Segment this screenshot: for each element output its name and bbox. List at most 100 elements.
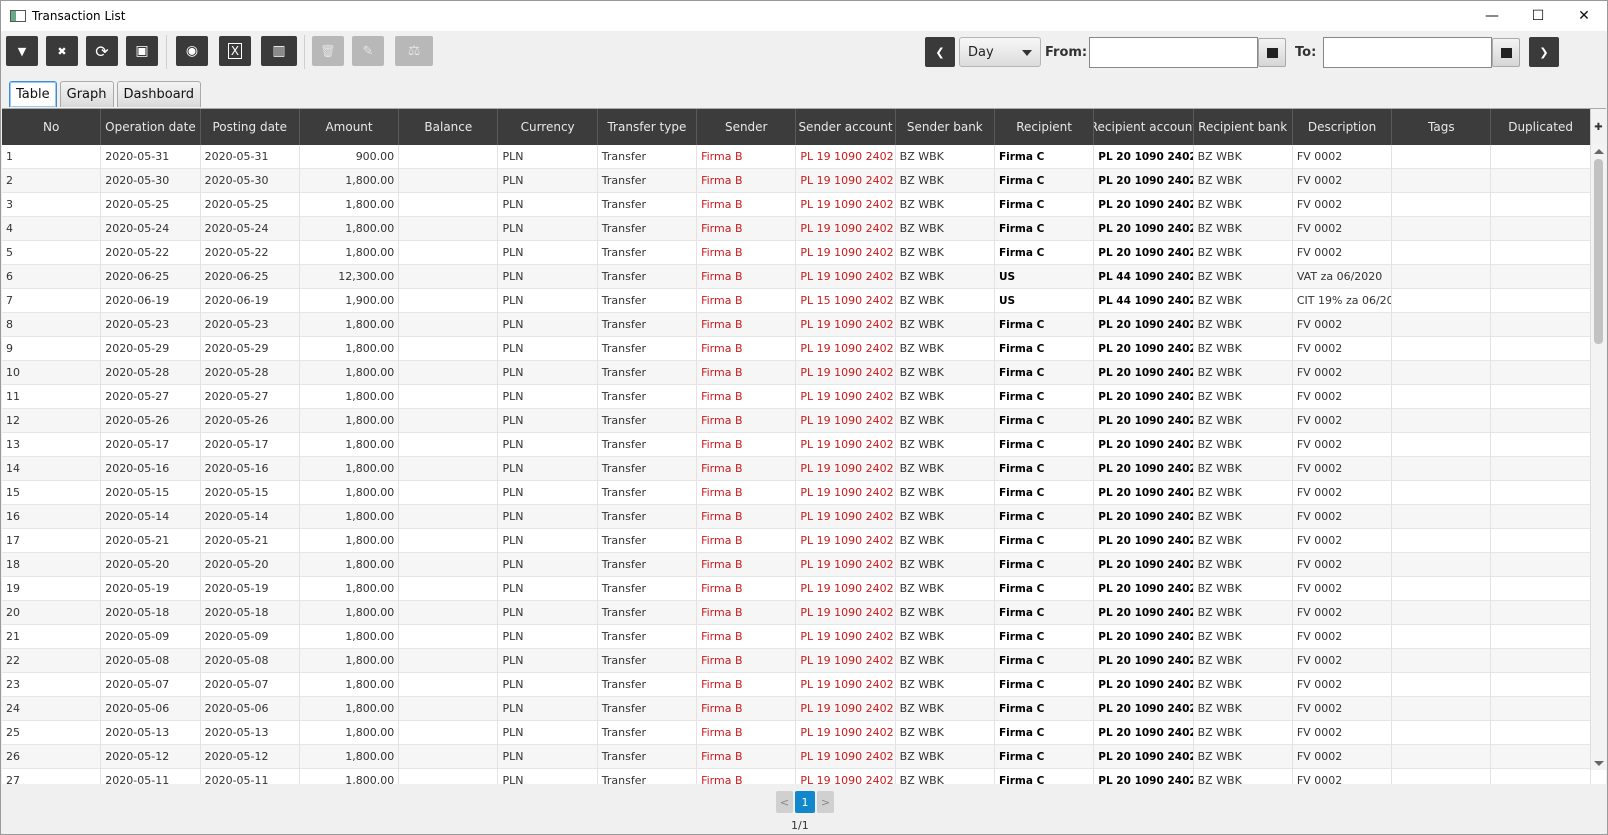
table-row[interactable]: 19 2020-05-19 2020-05-19 1,800.00 PLN Transfe… <box>2 577 1592 601</box>
period-select[interactable]: Day <box>959 37 1041 67</box>
table-cell: PL 20 1090 2402 ... <box>1094 433 1194 457</box>
table-cell: BZ WBK <box>1194 385 1293 409</box>
table-cell: Firma B <box>697 697 797 721</box>
table-cell: PL 19 1090 2402 ... <box>796 697 896 721</box>
column-header[interactable]: Balance <box>399 109 499 145</box>
tab-graph[interactable]: Graph <box>59 81 114 107</box>
table-cell: 2020-05-25 <box>101 193 201 217</box>
table-row[interactable]: 21 2020-05-09 2020-05-09 1,800.00 PLN Transfe… <box>2 625 1592 649</box>
table-cell: BZ WBK <box>896 169 995 193</box>
save-button[interactable]: ▣ <box>126 36 158 66</box>
table-cell: BZ WBK <box>896 265 995 289</box>
close-button[interactable]: ✕ <box>1561 1 1607 31</box>
scroll-down-icon[interactable] <box>1594 761 1604 766</box>
table-row[interactable]: 16 2020-05-14 2020-05-14 1,800.00 PLN Transfe… <box>2 505 1592 529</box>
excel-export-button[interactable]: X <box>219 36 251 66</box>
table-row[interactable]: 12 2020-05-26 2020-05-26 1,800.00 PLN Transfe… <box>2 409 1592 433</box>
prev-period-button[interactable]: ❮ <box>925 37 955 67</box>
page-1-button[interactable]: 1 <box>795 791 815 813</box>
chart-button[interactable]: ▥ <box>261 36 297 66</box>
refresh-button[interactable]: ⟳ <box>86 36 118 66</box>
table-cell <box>1491 241 1591 265</box>
prev-page-button[interactable]: < <box>776 791 793 813</box>
to-date-input[interactable] <box>1323 37 1492 68</box>
table-row[interactable]: 20 2020-05-18 2020-05-18 1,800.00 PLN Transfe… <box>2 601 1592 625</box>
screenshot-button[interactable]: ◉ <box>176 36 208 66</box>
table-row[interactable]: 15 2020-05-15 2020-05-15 1,800.00 PLN Transfe… <box>2 481 1592 505</box>
column-menu-button[interactable]: ✚ <box>1590 109 1606 145</box>
column-header[interactable]: Posting date <box>201 109 300 145</box>
tab-dashboard[interactable]: Dashboard <box>116 81 202 107</box>
from-calendar-button[interactable] <box>1258 38 1286 67</box>
table-row[interactable]: 4 2020-05-24 2020-05-24 1,800.00 PLN Transfer… <box>2 217 1592 241</box>
table-row[interactable]: 23 2020-05-07 2020-05-07 1,800.00 PLN Transfe… <box>2 673 1592 697</box>
table-row[interactable]: 27 2020-05-11 2020-05-11 1,800.00 PLN Transfe… <box>2 769 1592 784</box>
table-row[interactable]: 2 2020-05-30 2020-05-30 1,800.00 PLN Transfer… <box>2 169 1592 193</box>
table-row[interactable]: 6 2020-06-25 2020-06-25 12,300.00 PLN Transfe… <box>2 265 1592 289</box>
table-cell: Firma B <box>697 745 797 769</box>
table-row[interactable]: 17 2020-05-21 2020-05-21 1,800.00 PLN Transfe… <box>2 529 1592 553</box>
table-row[interactable]: 26 2020-05-12 2020-05-12 1,800.00 PLN Transfe… <box>2 745 1592 769</box>
table-row[interactable]: 8 2020-05-23 2020-05-23 1,800.00 PLN Transfer… <box>2 313 1592 337</box>
table-cell: Firma B <box>697 289 797 313</box>
table-cell: Firma B <box>697 673 797 697</box>
next-period-button[interactable]: ❯ <box>1529 37 1559 67</box>
next-page-button[interactable]: > <box>817 791 834 813</box>
column-header[interactable]: Recipient account <box>1094 109 1194 145</box>
table-cell: BZ WBK <box>896 361 995 385</box>
table-row[interactable]: 14 2020-05-16 2020-05-16 1,800.00 PLN Transfe… <box>2 457 1592 481</box>
table-row[interactable]: 9 2020-05-29 2020-05-29 1,800.00 PLN Transfer… <box>2 337 1592 361</box>
column-header[interactable]: Description <box>1293 109 1393 145</box>
table-cell: 2020-05-18 <box>201 601 300 625</box>
tab-table[interactable]: Table <box>9 81 57 107</box>
table-cell: PL 19 1090 2402 ... <box>796 193 896 217</box>
table-cell: 16 <box>2 505 102 529</box>
column-header[interactable]: Currency <box>498 109 598 145</box>
table-row[interactable]: 18 2020-05-20 2020-05-20 1,800.00 PLN Transfe… <box>2 553 1592 577</box>
delete-button[interactable]: 🗑 <box>312 36 344 66</box>
scroll-up-icon[interactable] <box>1594 149 1604 154</box>
column-header[interactable]: Operation date <box>101 109 201 145</box>
table-cell: 1,800.00 <box>300 625 400 649</box>
column-header[interactable]: Tags <box>1392 109 1492 145</box>
table-cell: 12 <box>2 409 102 433</box>
table-row[interactable]: 7 2020-06-19 2020-06-19 1,900.00 PLN Transfer… <box>2 289 1592 313</box>
column-header[interactable]: Transfer type <box>598 109 698 145</box>
clear-button[interactable]: ✖ <box>46 36 78 66</box>
table-cell: Transfer <box>598 265 698 289</box>
edit-button[interactable]: ✎ <box>352 36 384 66</box>
column-header[interactable]: Recipient <box>995 109 1095 145</box>
table-cell: PLN <box>498 145 598 169</box>
table-row[interactable]: 11 2020-05-27 2020-05-27 1,800.00 PLN Transfe… <box>2 385 1592 409</box>
column-header[interactable]: Recipient bank <box>1194 109 1293 145</box>
to-calendar-button[interactable] <box>1492 38 1520 67</box>
table-row[interactable]: 5 2020-05-22 2020-05-22 1,800.00 PLN Transfer… <box>2 241 1592 265</box>
table-row[interactable]: 1 2020-05-31 2020-05-31 900.00 PLN Transfer Fi… <box>2 145 1592 169</box>
table-cell: BZ WBK <box>1194 313 1293 337</box>
balance-button[interactable]: ⚖ <box>395 36 433 66</box>
table-cell: 2020-05-30 <box>201 169 300 193</box>
column-header[interactable]: Duplicated <box>1491 109 1591 145</box>
filter-button[interactable]: ▼ <box>6 36 38 66</box>
table-row[interactable]: 24 2020-05-06 2020-05-06 1,800.00 PLN Transfe… <box>2 697 1592 721</box>
table-row[interactable]: 22 2020-05-08 2020-05-08 1,800.00 PLN Transfe… <box>2 649 1592 673</box>
table-row[interactable]: 10 2020-05-28 2020-05-28 1,800.00 PLN Transfe… <box>2 361 1592 385</box>
scrollbar-thumb[interactable] <box>1594 159 1603 344</box>
column-header[interactable]: Amount <box>300 109 400 145</box>
table-cell: Firma C <box>995 433 1095 457</box>
table-cell: 1,800.00 <box>300 769 400 784</box>
table-cell: BZ WBK <box>1194 337 1293 361</box>
column-header[interactable]: Sender account <box>796 109 896 145</box>
table-row[interactable]: 3 2020-05-25 2020-05-25 1,800.00 PLN Transfer… <box>2 193 1592 217</box>
column-header[interactable]: Sender <box>697 109 797 145</box>
minimize-button[interactable]: — <box>1469 1 1515 31</box>
table-row[interactable]: 13 2020-05-17 2020-05-17 1,800.00 PLN Transfe… <box>2 433 1592 457</box>
maximize-button[interactable]: ☐ <box>1515 1 1561 31</box>
table-cell: 2020-06-19 <box>101 289 201 313</box>
vertical-scrollbar[interactable] <box>1590 145 1606 770</box>
table-row[interactable]: 25 2020-05-13 2020-05-13 1,800.00 PLN Transfe… <box>2 721 1592 745</box>
column-header[interactable]: No <box>2 109 102 145</box>
from-date-input[interactable] <box>1089 37 1258 68</box>
table-cell: PL 44 1090 2402 ... <box>1094 289 1194 313</box>
column-header[interactable]: Sender bank <box>896 109 995 145</box>
